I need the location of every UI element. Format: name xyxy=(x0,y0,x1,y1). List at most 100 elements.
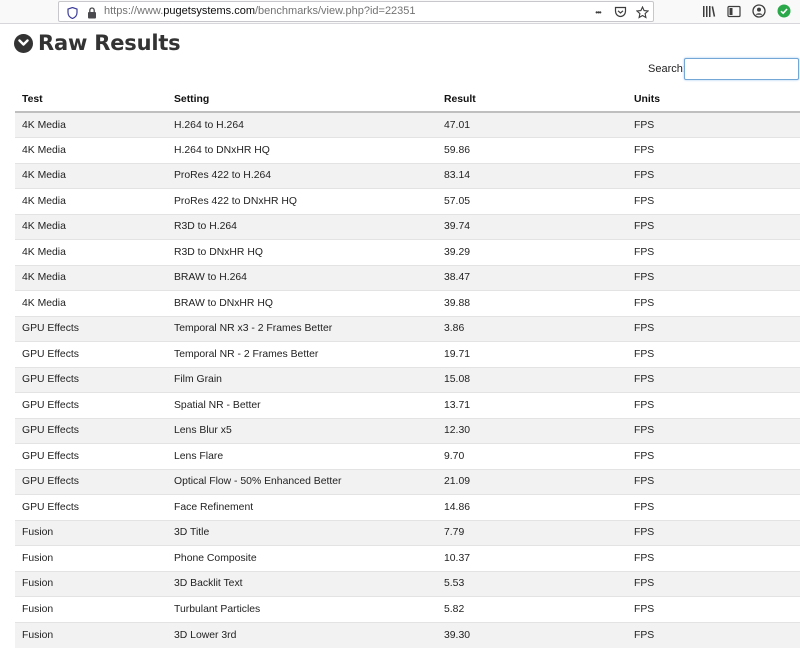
cell-units: FPS xyxy=(627,443,800,469)
cell-result: 83.14 xyxy=(437,162,627,189)
cell-setting: Temporal NR x3 - 2 Frames Better xyxy=(167,315,437,342)
cell-setting: R3D to H.264 xyxy=(167,213,437,240)
table-row: GPU Effects Optical Flow - 50% Enhanced B… xyxy=(15,468,800,495)
cell-units: FPS xyxy=(627,494,800,520)
column-header-setting[interactable]: Setting xyxy=(167,87,437,113)
results-table: Test Setting Result Units 4K Media H.264 … xyxy=(15,87,800,648)
cell-result: 39.29 xyxy=(437,239,627,265)
more-icon[interactable]: ••• xyxy=(591,5,605,19)
cell-units: FPS xyxy=(627,366,800,393)
toolbar-icons xyxy=(701,3,792,19)
table-row: GPU Effects Temporal NR - 2 Frames Better… xyxy=(15,341,800,367)
cell-test: Fusion xyxy=(15,570,167,597)
table-row: 4K Media ProRes 422 to H.264 83.14 FPS xyxy=(15,162,800,189)
star-icon[interactable] xyxy=(635,5,649,19)
cell-setting: Phone Composite xyxy=(167,545,437,571)
cell-test: 4K Media xyxy=(15,264,167,291)
cell-units: FPS xyxy=(627,290,800,316)
cell-setting: Turbulant Particles xyxy=(167,596,437,622)
cell-result: 39.88 xyxy=(437,290,627,316)
cell-setting: BRAW to H.264 xyxy=(167,264,437,291)
column-header-test[interactable]: Test xyxy=(15,87,167,113)
cell-result: 3.86 xyxy=(437,315,627,342)
cell-units: FPS xyxy=(627,111,800,138)
cell-units: FPS xyxy=(627,264,800,291)
cell-setting: Face Refinement xyxy=(167,494,437,520)
cell-test: Fusion xyxy=(15,621,167,648)
url-path: /benchmarks/view.php?id=22351 xyxy=(255,5,416,17)
cell-units: FPS xyxy=(627,570,800,597)
cell-result: 15.08 xyxy=(437,366,627,393)
table-row: Fusion Phone Composite 10.37 FPS xyxy=(15,545,800,571)
cell-units: FPS xyxy=(627,239,800,265)
cell-test: Fusion xyxy=(15,545,167,571)
cell-test: GPU Effects xyxy=(15,494,167,520)
url-text[interactable]: https://www.pugetsystems.com/benchmarks/… xyxy=(104,5,416,17)
cell-units: FPS xyxy=(627,137,800,163)
cell-result: 5.53 xyxy=(437,570,627,597)
cell-units: FPS xyxy=(627,213,800,240)
cell-setting: 3D Lower 3rd xyxy=(167,621,437,648)
lock-icon[interactable] xyxy=(87,6,97,19)
table-row: Fusion 3D Lower 3rd 39.30 FPS xyxy=(15,621,800,648)
results-body: 4K Media H.264 to H.264 47.01 FPS 4K Media H.… xyxy=(15,111,800,648)
cell-test: 4K Media xyxy=(15,239,167,265)
table-row: GPU Effects Face Refinement 14.86 FPS xyxy=(15,494,800,520)
cell-result: 10.37 xyxy=(437,545,627,571)
table-row: 4K Media H.264 to DNxHR HQ 59.86 FPS xyxy=(15,137,800,163)
cell-test: GPU Effects xyxy=(15,366,167,393)
extension-icon[interactable] xyxy=(776,3,792,19)
table-row: 4K Media BRAW to H.264 38.47 FPS xyxy=(15,264,800,291)
browser-toolbar: https://www.pugetsystems.com/benchmarks/… xyxy=(0,0,800,24)
cell-setting: 3D Backlit Text xyxy=(167,570,437,597)
cell-result: 39.30 xyxy=(437,621,627,648)
column-header-result[interactable]: Result xyxy=(437,87,627,113)
cell-test: 4K Media xyxy=(15,137,167,163)
cell-units: FPS xyxy=(627,392,800,418)
cell-setting: Lens Blur x5 xyxy=(167,417,437,444)
shield-icon[interactable] xyxy=(67,6,78,20)
cell-test: GPU Effects xyxy=(15,468,167,495)
search-input[interactable] xyxy=(684,58,799,80)
cell-test: 4K Media xyxy=(15,290,167,316)
more-glyph: ••• xyxy=(595,7,601,17)
table-row: GPU Effects Film Grain 15.08 FPS xyxy=(15,366,800,393)
cell-result: 57.05 xyxy=(437,188,627,214)
cell-units: FPS xyxy=(627,596,800,622)
cell-test: 4K Media xyxy=(15,188,167,214)
cell-setting: ProRes 422 to H.264 xyxy=(167,162,437,189)
cell-units: FPS xyxy=(627,188,800,214)
section-heading[interactable]: Raw Results xyxy=(14,30,181,56)
table-row: Fusion 3D Title 7.79 FPS xyxy=(15,519,800,546)
table-row: GPU Effects Spatial NR - Better 13.71 FPS xyxy=(15,392,800,418)
cell-result: 21.09 xyxy=(437,468,627,495)
table-row: 4K Media R3D to H.264 39.74 FPS xyxy=(15,213,800,240)
cell-result: 5.82 xyxy=(437,596,627,622)
cell-setting: Temporal NR - 2 Frames Better xyxy=(167,341,437,367)
cell-result: 7.79 xyxy=(437,519,627,546)
cell-test: GPU Effects xyxy=(15,315,167,342)
cell-setting: H.264 to H.264 xyxy=(167,111,437,138)
cell-units: FPS xyxy=(627,162,800,189)
table-row: GPU Effects Lens Blur x5 12.30 FPS xyxy=(15,417,800,444)
url-prefix: https://www. xyxy=(104,5,164,17)
cell-setting: R3D to DNxHR HQ xyxy=(167,239,437,265)
cell-units: FPS xyxy=(627,621,800,648)
cell-result: 14.86 xyxy=(437,494,627,520)
cell-setting: 3D Title xyxy=(167,519,437,546)
column-header-units[interactable]: Units xyxy=(627,87,800,113)
account-icon[interactable] xyxy=(751,3,767,19)
cell-setting: ProRes 422 to DNxHR HQ xyxy=(167,188,437,214)
cell-units: FPS xyxy=(627,315,800,342)
url-bar[interactable]: https://www.pugetsystems.com/benchmarks/… xyxy=(58,1,654,22)
pocket-icon[interactable] xyxy=(613,5,627,19)
cell-test: Fusion xyxy=(15,519,167,546)
chevron-circle-down-icon[interactable] xyxy=(14,33,33,53)
table-header-row: Test Setting Result Units xyxy=(15,87,800,113)
cell-result: 39.74 xyxy=(437,213,627,240)
sidebar-icon[interactable] xyxy=(726,3,742,19)
cell-test: GPU Effects xyxy=(15,443,167,469)
cell-test: 4K Media xyxy=(15,111,167,138)
library-icon[interactable] xyxy=(701,3,717,19)
cell-result: 9.70 xyxy=(437,443,627,469)
